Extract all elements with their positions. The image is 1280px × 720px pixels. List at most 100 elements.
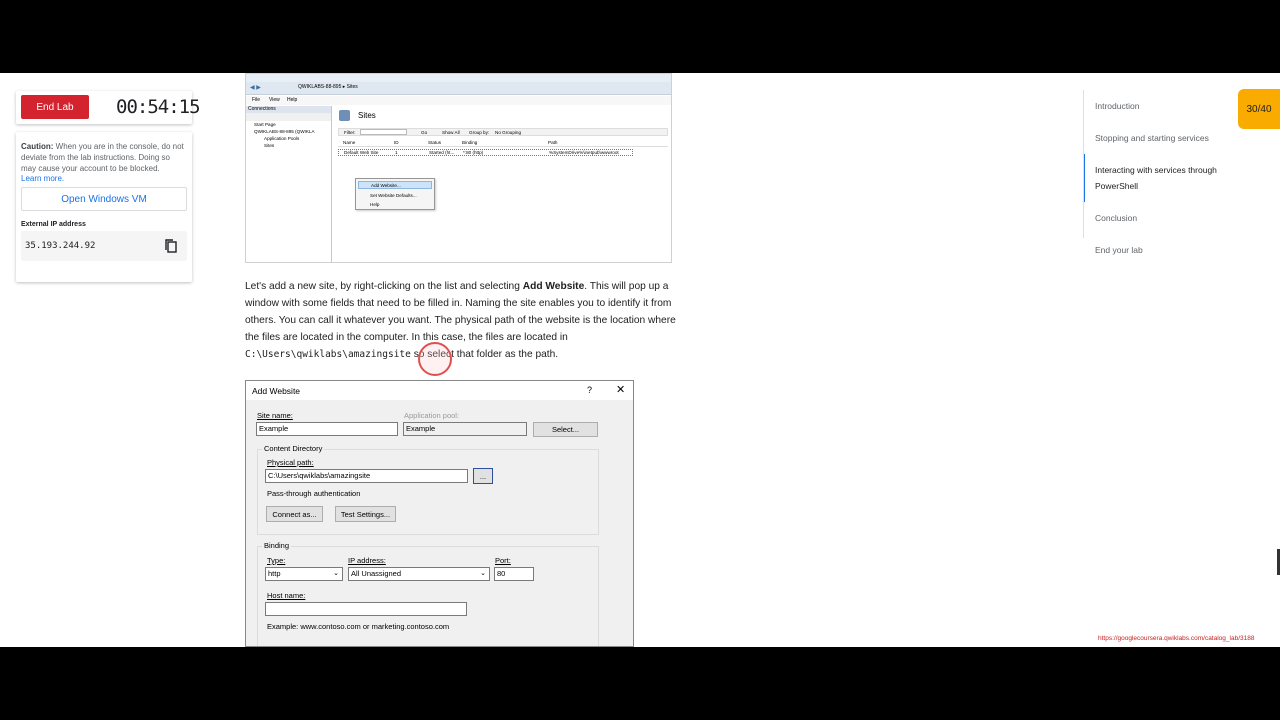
external-ip-value: 35.193.244.92 (25, 241, 96, 251)
col-binding[interactable]: Binding (462, 140, 477, 145)
para-part-1: Let's add a new site, by right-clicking … (245, 281, 523, 292)
caution-text: Caution: When you are in the console, do… (21, 141, 187, 174)
status-url: https://googlecoursera.qwiklabs.com/cata… (1098, 635, 1255, 642)
iis-manager-screenshot: ◀ ▶ QWIKLABS-88-895 ▸ Sites File View He… (245, 73, 672, 263)
dialog-body: Site name: Application pool: Example Exa… (246, 400, 633, 646)
iis-address-bar: ◀ ▶ QWIKLABS-88-895 ▸ Sites (246, 82, 671, 95)
toc-introduction[interactable]: Introduction (1083, 90, 1253, 122)
passthrough-label: Pass-through authentication (267, 489, 361, 498)
toc-interacting-powershell[interactable]: Interacting with services through PowerS… (1083, 154, 1253, 202)
physical-path-label: Physical path: (267, 458, 314, 467)
caution-title: Caution: (21, 142, 54, 151)
connections-pane: Connections Start Page QWIKLABS-88-895 (… (246, 106, 332, 262)
type-chevron-down-icon: ⌄ (333, 570, 339, 577)
back-forward-icon[interactable]: ◀ ▶ (250, 84, 261, 91)
dialog-close-icon[interactable]: ✕ (616, 383, 625, 396)
toc-conclusion[interactable]: Conclusion (1083, 202, 1253, 234)
menu-help[interactable]: Help (287, 97, 297, 103)
ip-address-label: IP address: (348, 556, 386, 565)
go-button[interactable]: Go (421, 130, 427, 135)
iis-titlebar (246, 74, 671, 82)
lab-timer: 00:54:15 (116, 96, 201, 118)
toc-stopping-starting[interactable]: Stopping and starting services (1083, 122, 1253, 154)
site-name-label: Site name: (257, 411, 293, 420)
learn-more-link[interactable]: Learn more. (21, 174, 187, 183)
test-settings-button[interactable]: Test Settings... (335, 506, 396, 522)
lab-page: End Lab 00:54:15 Caution: When you are i… (0, 73, 1280, 647)
site-name-input[interactable]: Example (256, 422, 398, 436)
port-input[interactable]: 80 (494, 567, 534, 581)
physical-path-input[interactable]: C:\Users\qwiklabs\amazingsite (265, 469, 468, 483)
lab-info-card: Caution: When you are in the console, do… (16, 132, 192, 282)
tree-sites[interactable]: Sites (254, 142, 331, 149)
site-row-status: Started (ht... (429, 150, 455, 155)
col-status[interactable]: Status (428, 140, 441, 145)
binding-label: Binding (262, 541, 292, 550)
open-windows-vm-button[interactable]: Open Windows VM (21, 187, 187, 211)
end-lab-button[interactable]: End Lab (21, 95, 89, 119)
path-code: C:\Users\qwiklabs\amazingsite (245, 349, 411, 360)
col-name[interactable]: Name (343, 140, 355, 145)
menu-help-item[interactable]: Help (356, 200, 434, 209)
copy-icon[interactable] (165, 239, 177, 253)
ip-address-select[interactable]: All Unassigned ⌄ (348, 567, 490, 581)
connections-toolbar (246, 113, 331, 121)
content-directory-label: Content Directory (262, 444, 325, 453)
ip-chevron-down-icon: ⌄ (480, 570, 486, 577)
iis-menubar: File View Help (246, 96, 671, 105)
site-row-binding: *:80 (http) (463, 150, 484, 155)
lab-control-card: End Lab 00:54:15 (16, 91, 201, 124)
sites-icon (339, 110, 350, 121)
type-label: Type: (267, 556, 286, 565)
tree-app-pools[interactable]: Application Pools (254, 135, 331, 142)
dialog-title: Add Website (252, 386, 301, 396)
site-row[interactable]: Default Web Site 1 Started (ht... *:80 (… (338, 149, 633, 156)
menu-set-defaults[interactable]: Set Website Defaults... (356, 191, 434, 200)
group-by-select[interactable]: No Grouping (495, 130, 521, 135)
external-ip-field: 35.193.244.92 (21, 231, 187, 261)
site-row-name: Default Web Site (344, 150, 379, 155)
dialog-help-icon[interactable]: ? (587, 385, 592, 395)
context-menu: Add Website... Set Website Defaults... H… (355, 178, 435, 210)
app-pool-label: Application pool: (404, 411, 460, 420)
host-example-text: Example: www.contoso.com or marketing.co… (267, 622, 450, 631)
sites-table-header: Name ID Status Binding Path (338, 140, 668, 147)
filter-label: Filter: (344, 130, 356, 135)
toc-rail (1083, 90, 1084, 238)
host-name-input[interactable] (265, 602, 467, 616)
select-app-pool-button[interactable]: Select... (533, 422, 598, 437)
connect-as-button[interactable]: Connect as... (266, 506, 323, 522)
tree-start-page[interactable]: Start Page (254, 121, 331, 128)
connections-tree: Start Page QWIKLABS-88-895 (QWIKLA Appli… (246, 121, 331, 149)
toc-end-your-lab[interactable]: End your lab (1083, 234, 1253, 266)
external-ip-label: External IP address (21, 221, 86, 228)
port-label: Port: (495, 556, 511, 565)
group-by-label: Group by: (469, 130, 490, 135)
tree-server[interactable]: QWIKLABS-88-895 (QWIKLA (254, 128, 331, 135)
browse-path-button[interactable]: ... (473, 468, 493, 484)
para-bold: Add Website (522, 281, 585, 292)
filter-input[interactable] (360, 129, 407, 135)
col-id[interactable]: ID (394, 140, 399, 145)
binding-group (257, 546, 599, 646)
show-all-button[interactable]: Show All (442, 130, 460, 135)
site-row-id: 1 (395, 150, 398, 155)
lab-progress-badge[interactable]: 30/40 (1238, 89, 1280, 129)
menu-view[interactable]: View (269, 97, 280, 103)
iis-breadcrumb[interactable]: QWIKLABS-88-895 ▸ Sites (298, 84, 358, 90)
host-name-label: Host name: (267, 591, 306, 600)
col-path[interactable]: Path (548, 140, 557, 145)
table-of-contents: Introduction Stopping and starting servi… (1083, 90, 1253, 266)
type-select[interactable]: http ⌄ (265, 567, 343, 581)
connections-header: Connections (246, 106, 331, 113)
menu-file[interactable]: File (252, 97, 260, 103)
ip-address-value: All Unassigned (351, 569, 402, 578)
add-website-dialog: Add Website ? ✕ Site name: Application p… (245, 380, 634, 647)
type-value: http (268, 569, 281, 578)
filter-bar: Filter: Go Show All Group by: No Groupin… (338, 128, 668, 136)
menu-add-website[interactable]: Add Website... (358, 181, 432, 189)
site-row-path: %SystemDrive%\inetpub\wwwroot (549, 150, 619, 155)
instruction-paragraph: Let's add a new site, by right-clicking … (245, 278, 677, 363)
app-pool-input: Example (403, 422, 527, 436)
sites-pane: Sites Filter: Go Show All Group by: No G… (334, 106, 671, 262)
